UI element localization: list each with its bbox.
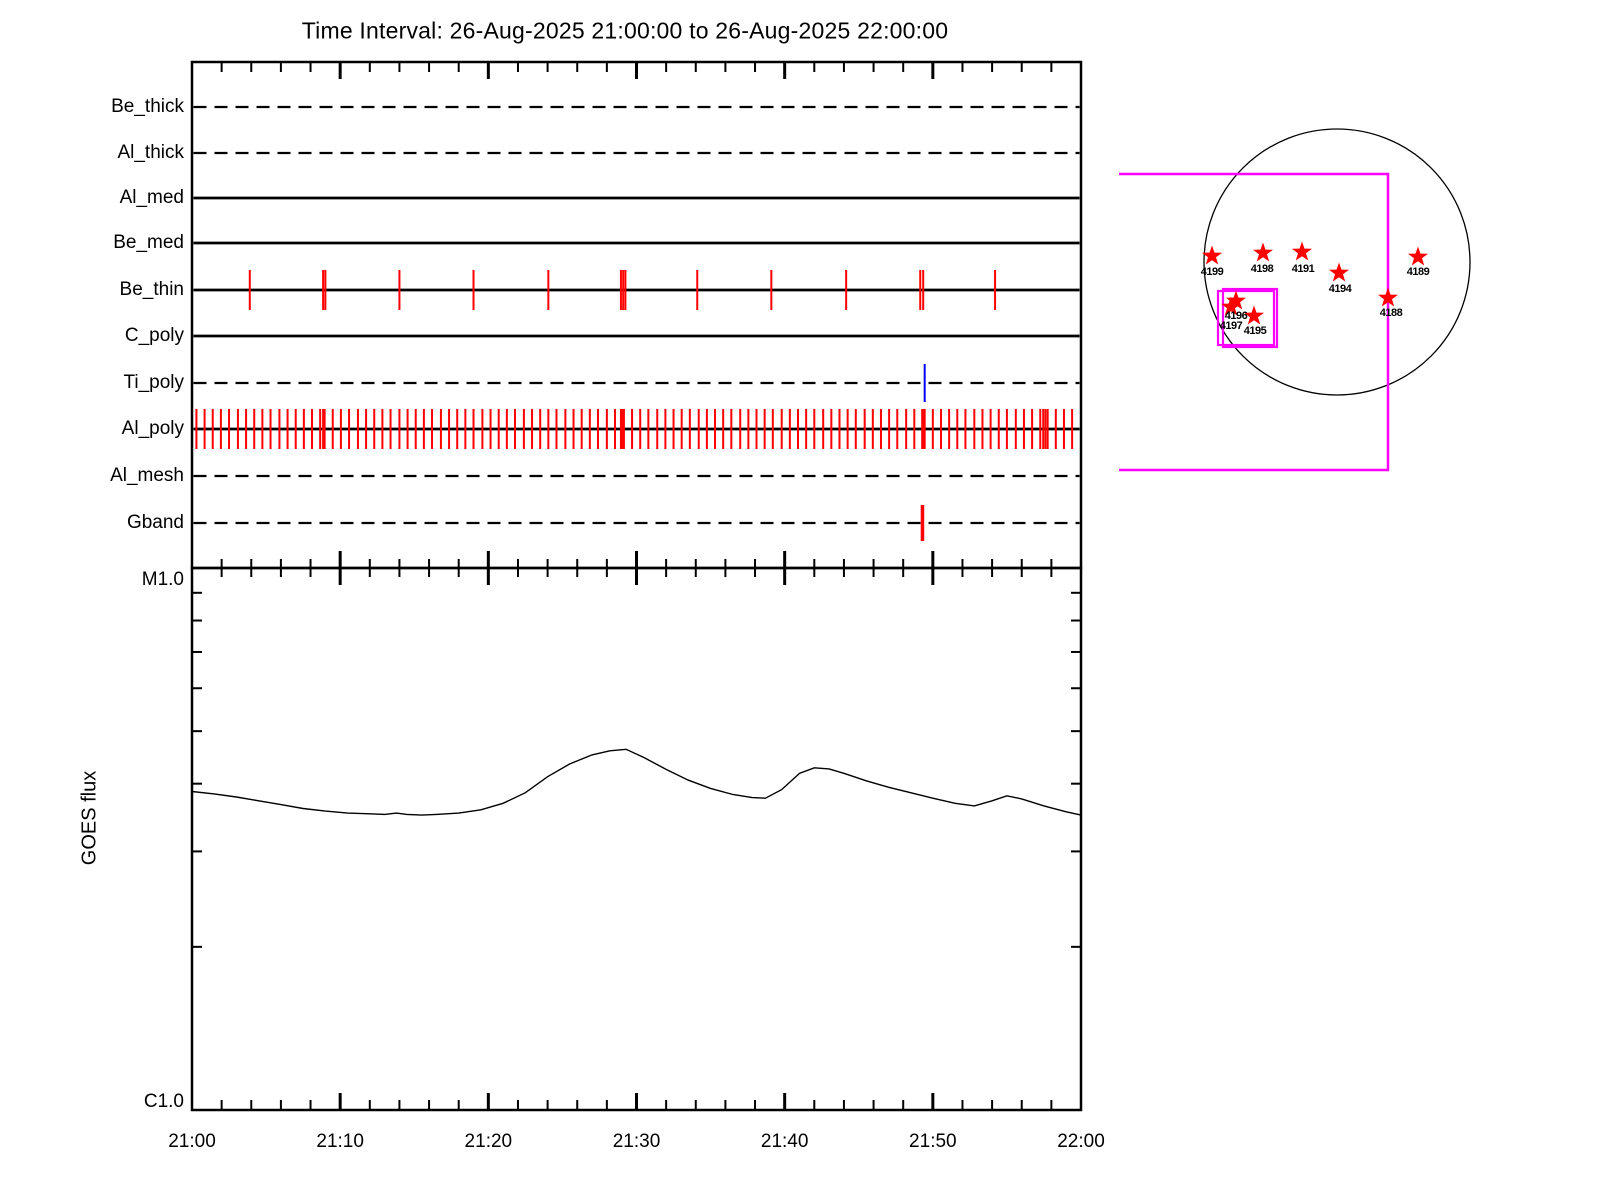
active-region-label-4188: 4188 [1380, 307, 1402, 319]
plot-graphics-layer [0, 0, 1600, 1200]
filter-row-label-al_thick: Al_thick [117, 142, 184, 164]
chart-title: Time Interval: 26-Aug-2025 21:00:00 to 2… [302, 18, 948, 45]
active-region-label-4197: 4197 [1220, 320, 1242, 332]
filter-row-label-al_poly: Al_poly [122, 418, 184, 440]
filter-row-label-ti_poly: Ti_poly [123, 372, 184, 394]
active-region-star [1253, 243, 1273, 262]
active-region-label-4199: 4199 [1201, 266, 1223, 278]
goes-y-min-label: C1.0 [144, 1091, 184, 1113]
filter-row-label-c_poly: C_poly [125, 325, 184, 347]
active-region-label-4195: 4195 [1244, 325, 1266, 337]
filter-row-label-be_thin: Be_thin [120, 279, 184, 301]
active-region-label-4191: 4191 [1292, 263, 1314, 275]
filter-row-label-be_med: Be_med [113, 232, 184, 254]
goes-y-axis-title: GOES flux [79, 771, 102, 865]
x-tick-label-2100: 21:00 [168, 1131, 216, 1153]
filter-row-label-gband: Gband [127, 512, 184, 534]
xrt-synoptic-chart: Time Interval: 26-Aug-2025 21:00:00 to 2… [0, 0, 1600, 1200]
x-tick-label-2130: 21:30 [613, 1131, 661, 1153]
filter-row-label-be_thick: Be_thick [111, 96, 184, 118]
active-region-label-4194: 4194 [1329, 283, 1351, 295]
filter-row-label-al_med: Al_med [120, 187, 184, 209]
x-tick-label-2110: 21:10 [316, 1131, 364, 1153]
active-region-star [1408, 247, 1428, 266]
x-tick-label-2120: 21:20 [465, 1131, 513, 1153]
goes-y-max-label: M1.0 [142, 569, 184, 591]
active-region-star [1292, 242, 1312, 261]
x-tick-label-2200: 22:00 [1057, 1131, 1105, 1153]
active-region-label-4189: 4189 [1407, 266, 1429, 278]
x-tick-label-2150: 21:50 [909, 1131, 957, 1153]
active-region-label-4198: 4198 [1251, 263, 1273, 275]
x-tick-label-2140: 21:40 [761, 1131, 809, 1153]
active-region-star [1329, 263, 1349, 282]
filter-row-label-al_mesh: Al_mesh [110, 465, 184, 487]
